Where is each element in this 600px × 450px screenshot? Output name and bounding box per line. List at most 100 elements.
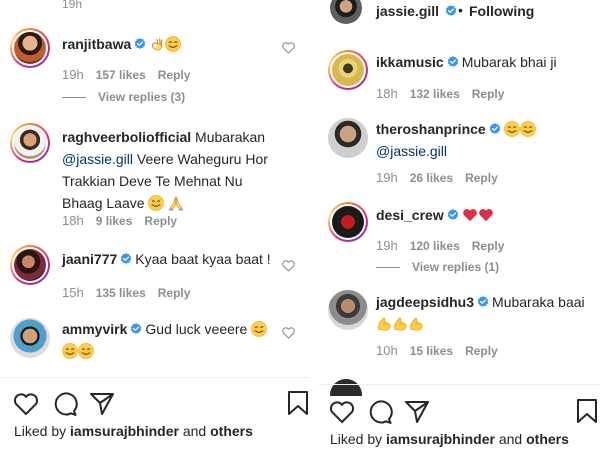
comment-meta: 18h 9 likes Reply bbox=[62, 213, 177, 228]
comment-desi-crew: desi_crew 19h 120 likes Reply View repli… bbox=[318, 198, 600, 278]
liked-by-text: Liked by iamsurajbhinder and others bbox=[330, 431, 569, 447]
comment-meta: 19h 157 likes Reply bbox=[62, 67, 190, 82]
comment-body: jaani777 Kyaa baat kyaa baat ! bbox=[62, 249, 271, 270]
comment-username[interactable]: ranjitbawa bbox=[62, 36, 131, 52]
share-paper-plane-icon[interactable] bbox=[89, 391, 115, 417]
comment-body: ranjitbawa bbox=[62, 34, 181, 55]
view-replies-button[interactable]: View replies (3) bbox=[62, 90, 185, 104]
reply-button[interactable]: Reply bbox=[158, 286, 191, 300]
red-heart-emoji-icon bbox=[478, 207, 494, 223]
ok-hand-emoji-icon bbox=[149, 36, 165, 52]
comment-username[interactable]: jaani777 bbox=[62, 251, 117, 267]
comment-text: Gud luck veeere bbox=[145, 321, 248, 337]
comment-likes[interactable]: 26 likes bbox=[410, 171, 453, 185]
verified-icon bbox=[134, 38, 146, 50]
comment-bubble-icon[interactable] bbox=[367, 399, 393, 425]
avatar[interactable] bbox=[328, 202, 368, 242]
pray-emoji-icon bbox=[168, 195, 184, 211]
comment-text: Kyaa baat kyaa baat ! bbox=[135, 251, 271, 267]
comment-jagdeepsidhu3: jagdeepsidhu3 Mubaraka baai 10h 15 likes … bbox=[318, 286, 600, 366]
liked-by-text: Liked by iamsurajbhinder and others bbox=[14, 423, 253, 439]
reply-button[interactable]: Reply bbox=[472, 87, 505, 101]
like-heart-icon[interactable] bbox=[329, 399, 355, 425]
comment-theroshanprince: theroshanprince @jassie.gill 19h 26 like… bbox=[318, 112, 600, 192]
verified-icon bbox=[477, 296, 489, 308]
view-replies-button[interactable]: View replies (1) bbox=[376, 260, 499, 274]
smile-emoji-icon bbox=[251, 321, 267, 337]
comment-username[interactable]: desi_crew bbox=[376, 207, 444, 223]
red-heart-emoji-icon bbox=[462, 207, 478, 223]
header-separator: • bbox=[458, 2, 463, 18]
comment-username[interactable]: raghveerboliofficial bbox=[62, 129, 191, 145]
comment-time: 15h bbox=[62, 285, 84, 300]
like-heart-icon[interactable] bbox=[282, 327, 295, 339]
right-comments-panel: jassie.gill • Following ikkamusic Mubarak… bbox=[318, 0, 600, 450]
comment-meta: 10h 15 likes Reply bbox=[376, 343, 498, 358]
smile-emoji-icon bbox=[148, 195, 164, 211]
header-username[interactable]: jassie.gill bbox=[376, 3, 439, 19]
comment-time: 19h bbox=[62, 67, 84, 82]
panel-gap bbox=[309, 0, 318, 450]
post-header: jassie.gill • Following bbox=[318, 0, 600, 26]
avatar[interactable] bbox=[10, 28, 50, 68]
actions-divider bbox=[318, 384, 600, 385]
avatar[interactable] bbox=[10, 123, 50, 163]
smile-emoji-icon bbox=[165, 36, 181, 52]
verified-icon bbox=[447, 56, 459, 68]
actions-divider bbox=[0, 377, 309, 378]
comment-ikkamusic: ikkamusic Mubarak bhai ji 18h 132 likes R… bbox=[318, 42, 600, 104]
verified-icon bbox=[489, 123, 501, 135]
comment-likes[interactable]: 157 likes bbox=[96, 68, 146, 82]
comment-bubble-icon[interactable] bbox=[52, 391, 78, 417]
comment-time: 18h bbox=[62, 213, 84, 228]
comment-username[interactable]: ikkamusic bbox=[376, 54, 444, 70]
comment-body: ammyvirk Gud luck veeere bbox=[62, 318, 297, 362]
like-heart-icon[interactable] bbox=[282, 260, 295, 272]
like-heart-icon[interactable] bbox=[282, 42, 295, 54]
liked-by-others-link[interactable]: others bbox=[526, 431, 569, 447]
comment-username[interactable]: theroshanprince bbox=[376, 121, 486, 137]
reply-button[interactable]: Reply bbox=[465, 344, 498, 358]
following-button[interactable]: Following bbox=[469, 3, 534, 19]
avatar[interactable] bbox=[10, 318, 50, 358]
avatar[interactable] bbox=[328, 50, 368, 90]
comment-username[interactable]: jagdeepsidhu3 bbox=[376, 294, 474, 310]
flexed-biceps-emoji-icon bbox=[376, 316, 392, 332]
action-bar bbox=[318, 396, 600, 436]
comment-likes[interactable]: 132 likes bbox=[410, 87, 460, 101]
avatar[interactable] bbox=[328, 290, 368, 330]
smile-emoji-icon bbox=[78, 343, 94, 359]
smile-emoji-icon bbox=[504, 121, 520, 137]
avatar[interactable] bbox=[10, 245, 50, 285]
reply-button[interactable]: Reply bbox=[472, 239, 505, 253]
comment-meta: 19h 26 likes Reply bbox=[376, 170, 498, 185]
liked-by-others-link[interactable]: others bbox=[210, 423, 253, 439]
liked-by-user-link[interactable]: iamsurajbhinder bbox=[386, 431, 495, 447]
comment-likes[interactable]: 15 likes bbox=[410, 344, 453, 358]
comment-time: 18h bbox=[376, 86, 398, 101]
comment-ammyvirk: ammyvirk Gud luck veeere bbox=[0, 312, 309, 372]
avatar[interactable] bbox=[328, 118, 368, 158]
view-replies-label: View replies (3) bbox=[98, 90, 186, 104]
comment-text: Bhaag Laave bbox=[62, 195, 145, 211]
like-heart-icon[interactable] bbox=[13, 391, 39, 417]
share-paper-plane-icon[interactable] bbox=[404, 399, 430, 425]
comment-likes[interactable]: 9 likes bbox=[96, 214, 133, 228]
comment-text: Mubarakan bbox=[195, 129, 266, 145]
comment-username[interactable]: ammyvirk bbox=[62, 321, 127, 337]
mention-link[interactable]: @jassie.gill bbox=[62, 151, 133, 167]
verified-icon bbox=[130, 323, 142, 335]
reply-button[interactable]: Reply bbox=[144, 214, 177, 228]
comment-meta: 18h 132 likes Reply bbox=[376, 86, 504, 101]
bookmark-icon[interactable] bbox=[574, 398, 600, 424]
mention-link[interactable]: @jassie.gill bbox=[376, 143, 447, 159]
liked-by-user-link[interactable]: iamsurajbhinder bbox=[70, 423, 179, 439]
flexed-biceps-emoji-icon bbox=[408, 316, 424, 332]
comment-likes[interactable]: 120 likes bbox=[410, 239, 460, 253]
comment-body: jagdeepsidhu3 Mubaraka baai bbox=[376, 291, 585, 335]
header-avatar[interactable] bbox=[330, 0, 362, 24]
bookmark-icon[interactable] bbox=[285, 390, 309, 416]
comment-likes[interactable]: 135 likes bbox=[96, 286, 146, 300]
reply-button[interactable]: Reply bbox=[465, 171, 498, 185]
reply-button[interactable]: Reply bbox=[158, 68, 191, 82]
